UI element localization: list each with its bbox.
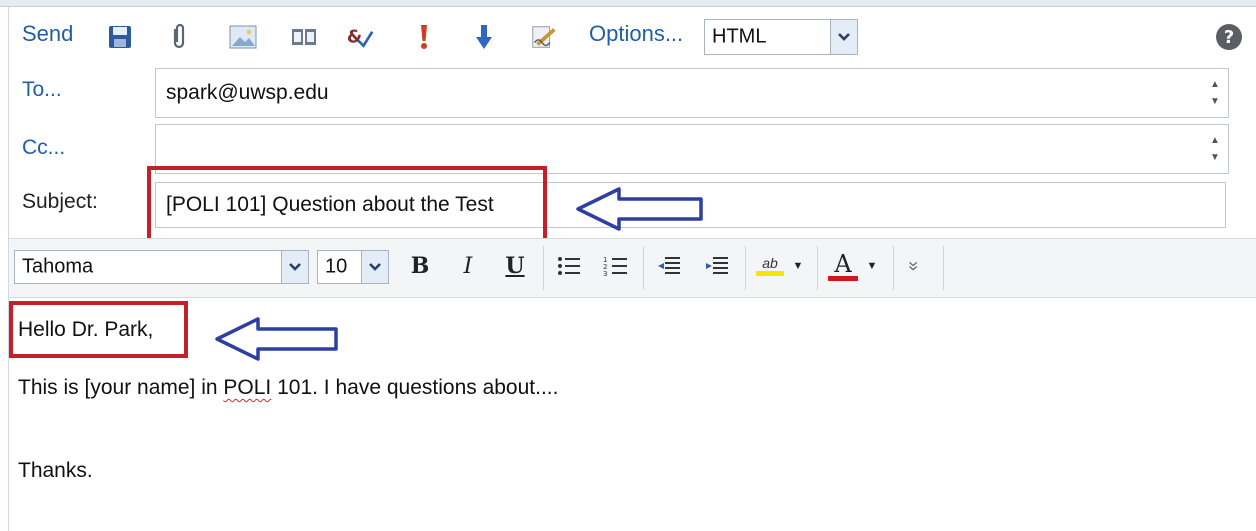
decrease-indent-icon[interactable] [654,250,684,282]
font-select-value: Tahoma [22,255,94,278]
message-line-1-end: 101. I have questions about.... [271,376,559,399]
format-select-value: HTML [712,25,767,48]
toolbar-separator [543,246,544,290]
font-size-value: 10 [325,255,348,278]
options-button[interactable]: Options... [589,21,683,47]
subject-label: Subject: [22,190,98,213]
misspelled-word[interactable]: POLI [223,376,271,399]
font-color-button[interactable]: A [827,250,859,282]
toolbar-separator [817,246,818,290]
chevron-down-icon[interactable] [361,251,388,283]
message-line-1-start: This is [your name] in [18,376,224,399]
toolbar-separator [745,246,746,290]
bold-button[interactable]: B [406,250,434,282]
help-icon[interactable]: ? [1215,23,1243,51]
annotation-highlight-greeting [9,301,188,358]
closing-line: Thanks. [18,459,93,482]
font-color-swatch [828,275,858,281]
numbered-list-icon[interactable]: 123 [601,250,631,282]
address-book-icon[interactable] [290,23,318,51]
to-field[interactable]: spark@uwsp.edu ▲ ▼ [155,68,1229,118]
scroll-up-icon[interactable]: ▲ [1210,135,1220,146]
signature-icon[interactable] [530,23,558,51]
highlight-dropdown-icon[interactable]: ▼ [790,250,806,282]
attach-icon[interactable] [165,23,193,51]
annotation-highlight-subject [147,166,547,248]
highlight-color-swatch [756,271,784,276]
insert-image-icon[interactable] [229,23,257,51]
send-button[interactable]: Send [22,21,73,47]
format-select[interactable]: HTML [704,19,858,55]
window-top-edge [0,0,1256,7]
font-size-select[interactable]: 10 [317,250,389,284]
italic-button[interactable]: I [454,250,482,282]
toolbar-separator [643,246,644,290]
highlight-icon-glyph: ab [762,255,778,271]
scroll-down-icon[interactable]: ▼ [1210,152,1220,163]
to-field-value: spark@uwsp.edu [166,81,329,104]
cc-button[interactable]: Cc... [22,136,65,160]
message-line-1: This is [your name] in POLI 101. I have … [18,376,558,400]
message-body[interactable] [9,297,1256,531]
toolbar-separator [943,246,944,290]
importance-high-icon[interactable] [410,23,438,51]
font-color-icon-glyph: A [834,249,852,278]
scroll-down-icon[interactable]: ▼ [1210,96,1220,107]
annotation-arrow-subject [576,187,703,231]
toolbar-separator [893,246,894,290]
check-names-icon[interactable]: & [346,23,374,51]
save-icon[interactable] [106,23,134,51]
svg-text:3: 3 [603,270,607,277]
underline-button[interactable]: U [501,250,529,282]
cc-field-scroll[interactable]: ▲ ▼ [1202,125,1228,173]
font-color-dropdown-icon[interactable]: ▼ [864,250,880,282]
scroll-up-icon[interactable]: ▲ [1210,79,1220,90]
to-field-scroll[interactable]: ▲ ▼ [1202,69,1228,117]
increase-indent-icon[interactable] [702,250,732,282]
font-select[interactable]: Tahoma [14,250,309,284]
more-options-icon[interactable]: » [898,255,930,277]
to-button[interactable]: To... [22,78,62,102]
bullet-list-icon[interactable] [554,250,584,282]
annotation-arrow-greeting [215,317,338,361]
highlight-button[interactable]: ab [754,250,786,282]
svg-text:&: & [347,27,362,47]
svg-text:?: ? [1224,27,1234,48]
chevron-down-icon[interactable] [830,20,857,54]
chevron-down-icon[interactable] [281,251,308,283]
importance-low-icon[interactable] [470,23,498,51]
